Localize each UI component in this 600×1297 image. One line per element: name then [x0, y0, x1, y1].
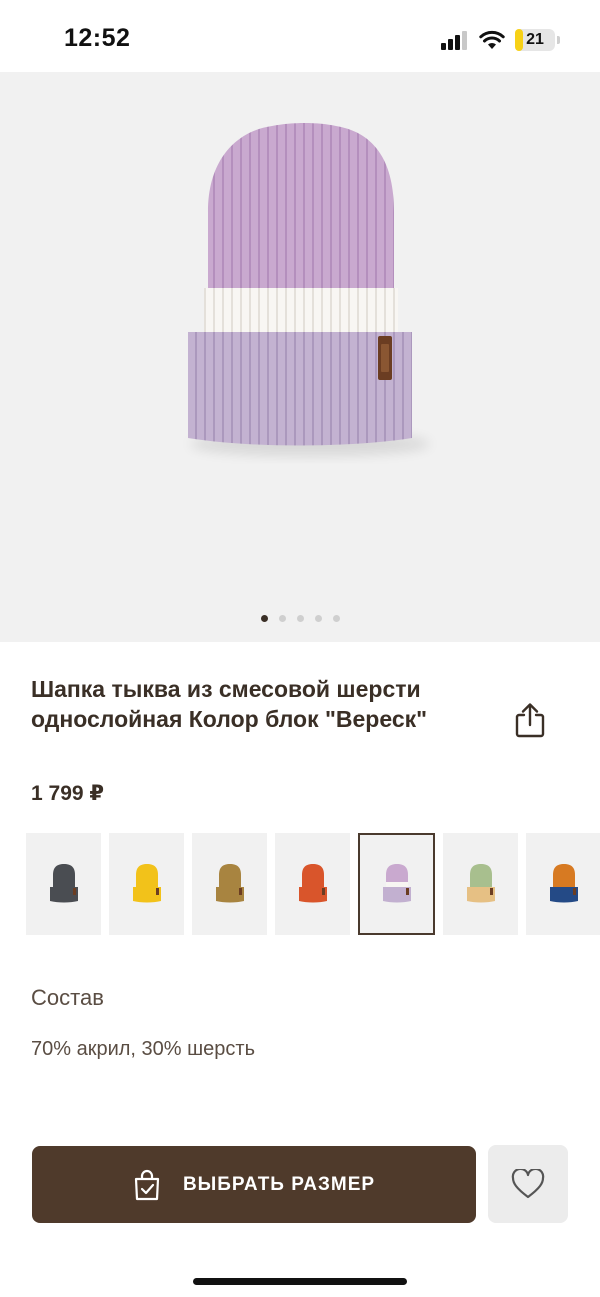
- color-variants: [26, 833, 600, 935]
- variant-rust-navy[interactable]: [526, 833, 600, 935]
- signal-icon: [441, 31, 467, 50]
- product-price: 1 799 ₽: [31, 782, 104, 805]
- variant-hat-icon: [298, 864, 327, 903]
- heart-icon: [511, 1169, 545, 1199]
- battery-tip: [557, 36, 560, 44]
- pager-dot[interactable]: [260, 615, 268, 622]
- pager-dot[interactable]: [278, 615, 286, 622]
- shopping-bag-check-icon: [134, 1169, 160, 1200]
- variant-heather[interactable]: [358, 833, 435, 935]
- share-icon: [515, 703, 545, 738]
- pager-dot[interactable]: [314, 615, 322, 622]
- composition-heading: Состав: [31, 985, 104, 1010]
- variant-hat-icon: [132, 864, 161, 903]
- variant-hat-icon: [49, 864, 78, 903]
- variant-hat-icon: [215, 864, 244, 903]
- product-gallery[interactable]: [0, 72, 600, 642]
- variant-hat-icon: [549, 864, 578, 903]
- variant-hat-icon: [382, 864, 411, 903]
- wifi-icon: [479, 30, 505, 49]
- variant-sage[interactable]: [443, 833, 518, 935]
- status-icons: 21: [441, 28, 560, 52]
- pager-dot[interactable]: [332, 615, 340, 622]
- variant-mustard[interactable]: [192, 833, 267, 935]
- favorite-button[interactable]: [488, 1145, 568, 1223]
- status-bar: 12:52 21: [0, 0, 600, 72]
- variant-graphite[interactable]: [26, 833, 101, 935]
- share-button[interactable]: [510, 700, 550, 740]
- hat-image: [188, 123, 430, 456]
- battery-icon: 21: [515, 29, 555, 51]
- battery-level: 21: [526, 31, 544, 48]
- home-indicator: [193, 1278, 407, 1285]
- status-time: 12:52: [64, 24, 131, 52]
- variant-hat-icon: [466, 864, 495, 903]
- select-size-button[interactable]: ВЫБРАТЬ РАЗМЕР: [32, 1146, 476, 1223]
- product-title: Шапка тыква из смесовой шерсти однослойн…: [31, 676, 428, 732]
- gallery-pager: [0, 615, 600, 622]
- variant-yellow[interactable]: [109, 833, 184, 935]
- select-size-label: ВЫБРАТЬ РАЗМЕР: [182, 1173, 376, 1195]
- variant-terracotta[interactable]: [275, 833, 350, 935]
- pager-dot[interactable]: [296, 615, 304, 622]
- composition-value: 70% акрил, 30% шерсть: [31, 1038, 255, 1060]
